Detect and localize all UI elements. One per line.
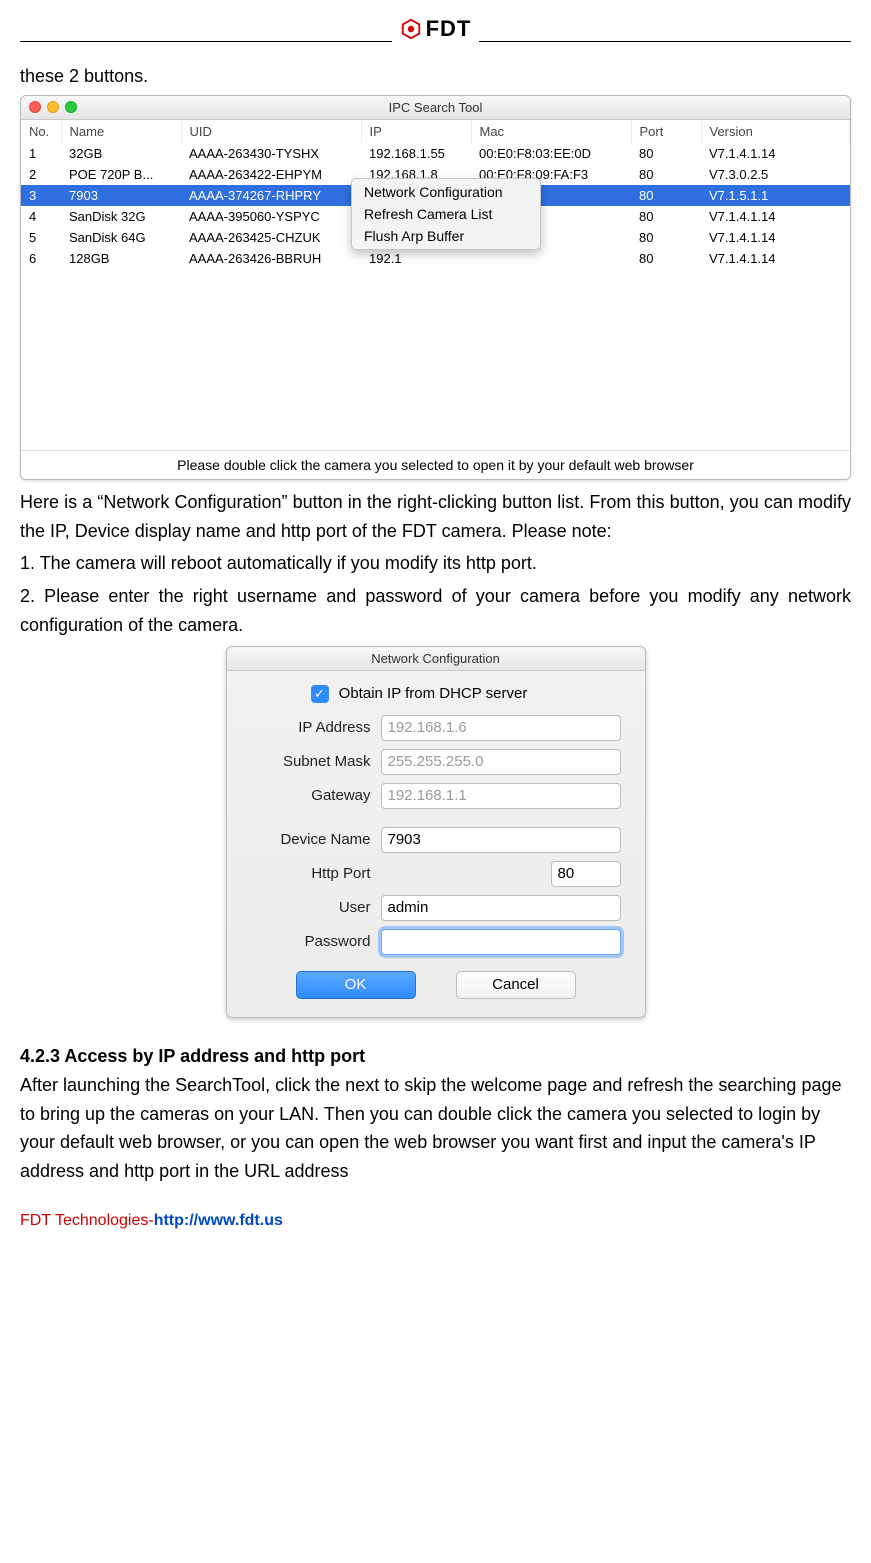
table-cell: V7.3.0.2.5 xyxy=(701,164,850,185)
ip-input[interactable] xyxy=(381,715,621,741)
footer-company: FDT Technologies- xyxy=(20,1212,154,1229)
table-header[interactable]: Version xyxy=(701,120,850,143)
intro-text: these 2 buttons. xyxy=(20,62,851,91)
table-cell: POE 720P B... xyxy=(61,164,181,185)
user-label: User xyxy=(251,899,381,916)
dialog-titlebar: Network Configuration xyxy=(227,647,645,671)
table-cell: AAAA-374267-RHPRY xyxy=(181,185,361,206)
table-cell: AAAA-263425-CHZUK xyxy=(181,227,361,248)
table-cell: 5 xyxy=(21,227,61,248)
table-cell: 80 xyxy=(631,248,701,269)
table-cell: 32GB xyxy=(61,143,181,164)
section-heading: 4.2.3 Access by IP address and http port xyxy=(20,1046,851,1067)
device-label: Device Name xyxy=(251,831,381,848)
window-titlebar: IPC Search Tool xyxy=(21,96,850,120)
table-cell: 7903 xyxy=(61,185,181,206)
table-cell: 6 xyxy=(21,248,61,269)
cancel-button[interactable]: Cancel xyxy=(456,971,576,999)
table-header[interactable]: Mac xyxy=(471,120,631,143)
paragraph-1-item1: 1. The camera will reboot automatically … xyxy=(20,549,851,578)
brand-text: FDT xyxy=(426,16,472,42)
port-label: Http Port xyxy=(251,865,381,882)
table-row[interactable]: 132GBAAAA-263430-TYSHX192.168.1.5500:E0:… xyxy=(21,143,850,164)
window-title: IPC Search Tool xyxy=(21,100,850,115)
mask-input[interactable] xyxy=(381,749,621,775)
paragraph-1: Here is a “Network Configuration” button… xyxy=(20,488,851,546)
table-cell: 3 xyxy=(21,185,61,206)
user-input[interactable] xyxy=(381,895,621,921)
table-header[interactable]: IP xyxy=(361,120,471,143)
table-cell: SanDisk 32G xyxy=(61,206,181,227)
ok-button[interactable]: OK xyxy=(296,971,416,999)
table-cell: AAAA-263430-TYSHX xyxy=(181,143,361,164)
table-cell: 192.168.1.55 xyxy=(361,143,471,164)
table-row[interactable]: 6128GBAAAA-263426-BBRUH192.1 80V7.1.4.1.1… xyxy=(21,248,850,269)
table-header[interactable]: UID xyxy=(181,120,361,143)
table-cell: 00:E0:F8:03:EE:0D xyxy=(471,143,631,164)
dialog-title: Network Configuration xyxy=(227,651,645,666)
table-cell: AAAA-395060-YSPYC xyxy=(181,206,361,227)
table-cell: 80 xyxy=(631,164,701,185)
table-cell: V7.1.4.1.14 xyxy=(701,248,850,269)
table-cell: V7.1.4.1.14 xyxy=(701,206,850,227)
paragraph-1-item2: 2. Please enter the right username and p… xyxy=(20,582,851,640)
table-cell xyxy=(471,248,631,269)
table-cell: 192.1 xyxy=(361,248,471,269)
context-menu-item[interactable]: Flush Arp Buffer xyxy=(352,225,540,247)
network-config-dialog: Network Configuration ✓ Obtain IP from D… xyxy=(226,646,646,1018)
table-header[interactable]: Name xyxy=(61,120,181,143)
table-cell: 80 xyxy=(631,143,701,164)
password-input[interactable] xyxy=(381,929,621,955)
table-cell: 1 xyxy=(21,143,61,164)
http-port-input[interactable] xyxy=(551,861,621,887)
table-cell: SanDisk 64G xyxy=(61,227,181,248)
hint-text: Please double click the camera you selec… xyxy=(21,450,850,479)
dhcp-checkbox[interactable]: ✓ xyxy=(311,685,329,703)
context-menu-item[interactable]: Refresh Camera List xyxy=(352,203,540,225)
ipc-search-window: IPC Search Tool No.NameUIDIPMacPortVersi… xyxy=(20,95,851,480)
dhcp-label: Obtain IP from DHCP server xyxy=(339,685,528,702)
gateway-input[interactable] xyxy=(381,783,621,809)
page-header: FDT xyxy=(20,10,851,42)
table-cell: V7.1.4.1.14 xyxy=(701,143,850,164)
table-cell: 128GB xyxy=(61,248,181,269)
dhcp-row: ✓ Obtain IP from DHCP server xyxy=(251,685,621,703)
password-label: Password xyxy=(251,933,381,950)
context-menu-item[interactable]: Network Configuration xyxy=(352,181,540,203)
ip-label: IP Address xyxy=(251,719,381,736)
footer-url[interactable]: http://www.fdt.us xyxy=(154,1212,283,1229)
brand-logo: FDT xyxy=(392,16,480,42)
table-header[interactable]: Port xyxy=(631,120,701,143)
table-header[interactable]: No. xyxy=(21,120,61,143)
table-cell: V7.1.5.1.1 xyxy=(701,185,850,206)
table-cell: AAAA-263422-EHPYM xyxy=(181,164,361,185)
hexagon-icon xyxy=(400,18,422,40)
table-cell: 80 xyxy=(631,227,701,248)
table-cell: 80 xyxy=(631,206,701,227)
mask-label: Subnet Mask xyxy=(251,753,381,770)
table-cell: 4 xyxy=(21,206,61,227)
device-name-input[interactable] xyxy=(381,827,621,853)
page-footer: FDT Technologies-http://www.fdt.us xyxy=(20,1212,851,1230)
paragraph-2: After launching the SearchTool, click th… xyxy=(20,1071,851,1186)
table-cell: 2 xyxy=(21,164,61,185)
gw-label: Gateway xyxy=(251,787,381,804)
table-cell: V7.1.4.1.14 xyxy=(701,227,850,248)
context-menu[interactable]: Network ConfigurationRefresh Camera List… xyxy=(351,178,541,250)
table-cell: AAAA-263426-BBRUH xyxy=(181,248,361,269)
table-cell: 80 xyxy=(631,185,701,206)
